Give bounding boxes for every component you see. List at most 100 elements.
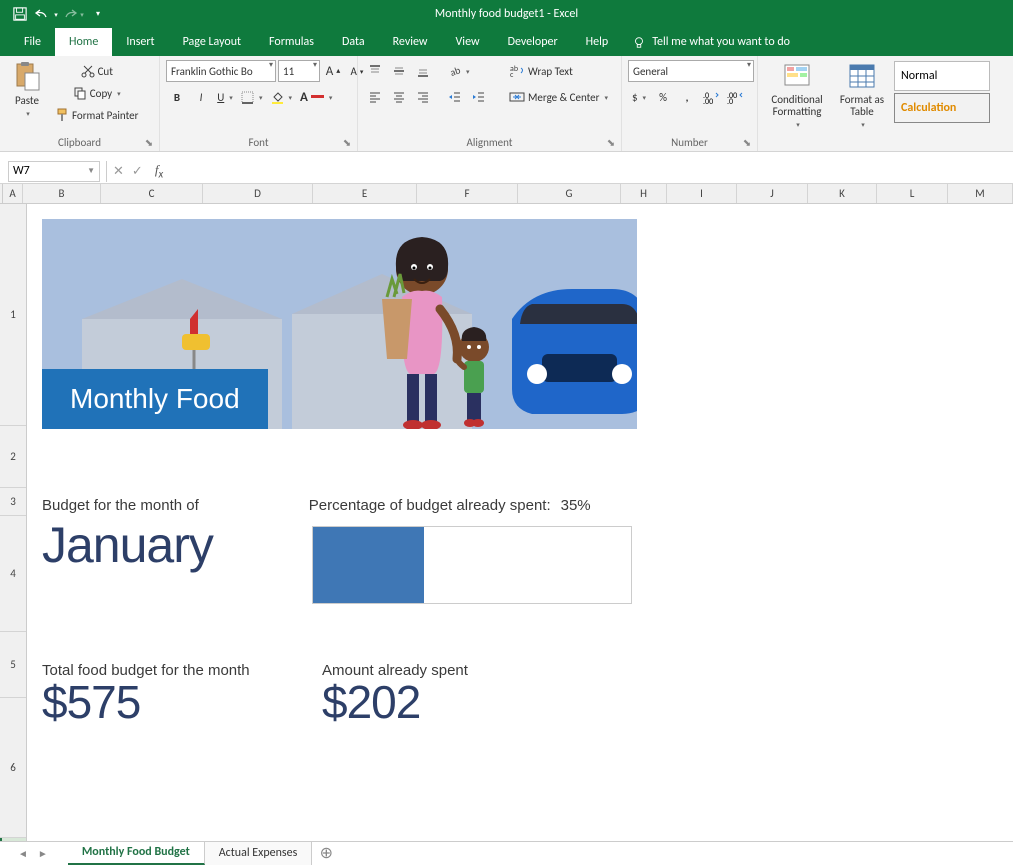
undo-button[interactable]: ▾ — [34, 3, 58, 25]
tab-view[interactable]: View — [442, 28, 494, 56]
formula-input[interactable] — [169, 161, 1013, 182]
format-as-table-button[interactable]: Format as Table▾ — [834, 60, 890, 129]
chevron-down-icon: ▼ — [87, 166, 95, 176]
row-header-1[interactable]: 1 — [0, 204, 26, 426]
border-icon — [241, 91, 254, 104]
group-font: ▾ ▾ A▴ A▾ B I U▾ ▾ ▾ A▾ Font ⬊ — [160, 56, 358, 151]
tab-file[interactable]: File — [10, 28, 55, 56]
col-header-G[interactable]: G — [518, 184, 621, 203]
style-calculation[interactable]: Calculation — [894, 93, 990, 123]
border-button[interactable]: ▾ — [238, 86, 266, 108]
row-header-3[interactable]: 3 — [0, 488, 26, 516]
col-header-C[interactable]: C — [101, 184, 203, 203]
tab-home[interactable]: Home — [55, 28, 112, 56]
col-header-D[interactable]: D — [203, 184, 313, 203]
col-header-B[interactable]: B — [23, 184, 101, 203]
col-header-K[interactable]: K — [808, 184, 877, 203]
merge-center-button[interactable]: Merge & Center▾ — [506, 86, 626, 108]
tab-developer[interactable]: Developer — [494, 28, 572, 56]
col-header-L[interactable]: L — [877, 184, 948, 203]
tab-insert[interactable]: Insert — [112, 28, 168, 56]
style-normal[interactable]: Normal — [894, 61, 990, 91]
tab-page-layout[interactable]: Page Layout — [169, 28, 255, 56]
enter-formula-button[interactable]: ✓ — [132, 164, 143, 179]
percent-button[interactable]: % — [652, 86, 674, 108]
align-center-button[interactable] — [388, 86, 410, 108]
row-header-6[interactable]: 6 — [0, 698, 26, 838]
col-header-I[interactable]: I — [667, 184, 737, 203]
indent-icon — [472, 90, 486, 104]
add-sheet-button[interactable]: ⊕ — [312, 843, 340, 863]
orientation-button[interactable]: ab▾ — [444, 60, 473, 82]
title-bar: ▾ ▾ ▾ Monthly food budget1 - Excel — [0, 0, 1013, 28]
align-middle-button[interactable] — [388, 60, 410, 82]
align-top-button[interactable] — [364, 60, 386, 82]
tab-review[interactable]: Review — [379, 28, 442, 56]
tab-help[interactable]: Help — [572, 28, 623, 56]
tab-formulas[interactable]: Formulas — [255, 28, 328, 56]
conditional-formatting-button[interactable]: Conditional Formatting▾ — [764, 60, 830, 129]
increase-indent-button[interactable] — [468, 86, 490, 108]
cancel-formula-button[interactable]: ✕ — [113, 164, 124, 179]
outdent-icon — [448, 90, 462, 104]
align-right-button[interactable] — [412, 86, 434, 108]
col-header-E[interactable]: E — [313, 184, 417, 203]
col-header-J[interactable]: J — [737, 184, 808, 203]
save-button[interactable] — [8, 3, 32, 25]
font-launcher[interactable]: ⬊ — [341, 136, 353, 148]
col-header-H[interactable]: H — [621, 184, 667, 203]
col-header-A[interactable]: A — [3, 184, 23, 203]
number-format-select[interactable] — [628, 60, 754, 82]
fill-color-button[interactable]: ▾ — [268, 86, 296, 108]
month-value: January — [42, 516, 242, 574]
orientation-icon: ab — [447, 64, 461, 78]
font-name-select[interactable] — [166, 60, 276, 82]
sheet-tab-bar: ◄ ► Monthly Food Budget Actual Expenses … — [0, 841, 1013, 864]
svg-text:.00: .00 — [703, 97, 713, 104]
pct-bar-fill — [313, 527, 424, 603]
decrease-decimal-button[interactable]: .00.0 — [724, 86, 746, 108]
row-header-4[interactable]: 4 — [0, 516, 26, 632]
comma-button[interactable]: , — [676, 86, 698, 108]
decrease-indent-button[interactable] — [444, 86, 466, 108]
scissors-icon — [81, 64, 95, 78]
cells[interactable]: Monthly Food Budget for the month of Per… — [27, 204, 1013, 854]
svg-text:.0: .0 — [727, 97, 733, 104]
underline-button[interactable]: U▾ — [214, 86, 236, 108]
format-painter-button[interactable]: Format Painter — [52, 104, 141, 126]
currency-button[interactable]: $▾ — [628, 86, 650, 108]
sheet-nav-prev[interactable]: ◄ — [18, 847, 28, 860]
row-header-2[interactable]: 2 — [0, 426, 26, 488]
sheet-tab-actual-expenses[interactable]: Actual Expenses — [205, 842, 313, 865]
align-bottom-button[interactable] — [412, 60, 434, 82]
wrap-text-button[interactable]: abcWrap Text — [506, 60, 626, 82]
redo-button[interactable]: ▾ — [60, 3, 84, 25]
italic-button[interactable]: I — [190, 86, 212, 108]
qat-customize[interactable]: ▾ — [86, 3, 110, 25]
svg-text:ab: ab — [448, 64, 461, 78]
font-color-button[interactable]: A▾ — [297, 86, 335, 108]
tab-data[interactable]: Data — [328, 28, 379, 56]
sheet-tab-monthly-food-budget[interactable]: Monthly Food Budget — [68, 842, 205, 865]
header-banner: Monthly Food — [42, 219, 637, 429]
alignment-launcher[interactable]: ⬊ — [605, 136, 617, 148]
fx-icon[interactable]: fx — [155, 162, 163, 181]
name-box[interactable]: W7 ▼ — [8, 161, 100, 182]
col-header-M[interactable]: M — [948, 184, 1013, 203]
tell-me-search[interactable]: Tell me what you want to do — [632, 35, 790, 49]
paste-button[interactable]: Paste▾ — [6, 60, 48, 118]
number-launcher[interactable]: ⬊ — [741, 136, 753, 148]
copy-button[interactable]: Copy▾ — [52, 82, 141, 104]
cut-button[interactable]: Cut — [52, 60, 141, 82]
increase-decimal-button[interactable]: .0.00 — [700, 86, 722, 108]
sheet-nav-next[interactable]: ► — [38, 847, 48, 860]
bold-button[interactable]: B — [166, 86, 188, 108]
align-left-button[interactable] — [364, 86, 386, 108]
pct-bar — [312, 526, 632, 604]
dec-decimal-icon: .00.0 — [727, 90, 743, 104]
inc-decimal-icon: .0.00 — [703, 90, 719, 104]
row-header-5[interactable]: 5 — [0, 632, 26, 698]
clipboard-launcher[interactable]: ⬊ — [143, 136, 155, 148]
increase-font-button[interactable]: A▴ — [322, 60, 344, 82]
col-header-F[interactable]: F — [417, 184, 518, 203]
